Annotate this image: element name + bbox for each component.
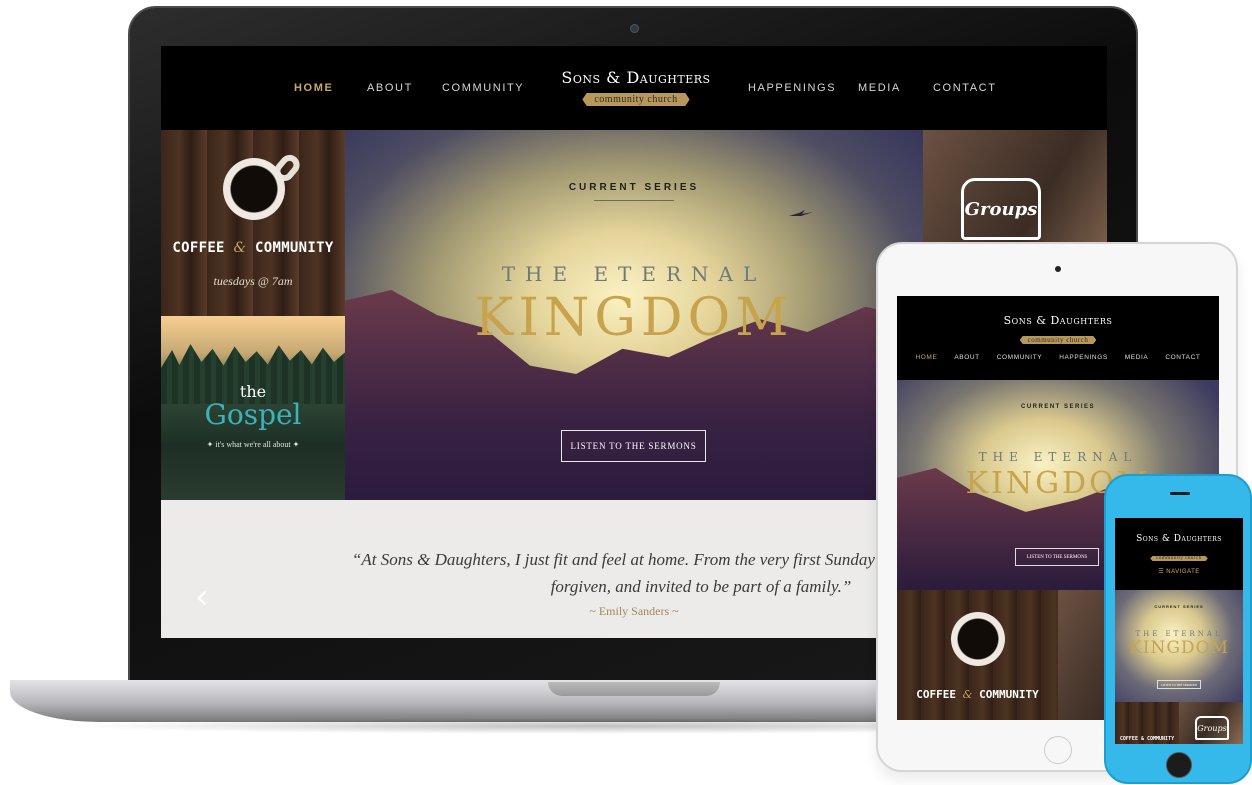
coffee-ampersand: & bbox=[233, 240, 247, 256]
gospel-panel[interactable]: the Gospel ✦ it's what we're all about ✦ bbox=[161, 316, 345, 500]
tablet-coffee-amp: & bbox=[962, 688, 973, 701]
phone-speaker bbox=[1170, 492, 1190, 495]
tablet-coffee-cup-icon bbox=[951, 612, 1005, 666]
tablet-nav-media[interactable]: MEDIA bbox=[1125, 354, 1149, 361]
nav-contact[interactable]: CONTACT bbox=[933, 82, 997, 94]
tablet-coffee-panel[interactable]: COFFEE & COMMUNITY bbox=[897, 590, 1058, 720]
tablet-camera bbox=[1055, 266, 1061, 272]
listen-sermons-button[interactable]: LISTEN TO THE SERMONS bbox=[561, 430, 706, 462]
phone-hero: CURRENT SERIES THE ETERNAL KINGDOM LISTE… bbox=[1115, 590, 1243, 702]
device-mockup-stage: HOME ABOUT COMMUNITY Sons & Daughters co… bbox=[0, 0, 1252, 785]
gospel-tagline: ✦ it's what we're all about ✦ bbox=[206, 440, 300, 449]
groups-badge: Groups bbox=[961, 178, 1041, 240]
tablet-home-button[interactable] bbox=[1044, 736, 1072, 764]
phone-screen: Sons & Daughters community church ☰ NAVI… bbox=[1115, 518, 1243, 744]
laptop-webcam bbox=[630, 24, 639, 33]
tablet-nav: HOME ABOUT COMMUNITY HAPPENINGS MEDIA CO… bbox=[897, 354, 1219, 361]
tablet-series-label: CURRENT SERIES bbox=[1020, 404, 1095, 410]
nav-happenings[interactable]: HAPPENINGS bbox=[748, 82, 836, 94]
phone-listen-button[interactable]: LISTEN TO THE SERMONS bbox=[1157, 680, 1201, 689]
tablet-nav-community[interactable]: COMMUNITY bbox=[997, 354, 1042, 361]
phone-series-label: CURRENT SERIES bbox=[1154, 604, 1204, 609]
logo-subtitle: community church bbox=[582, 93, 690, 106]
phone-groups-badge: Groups bbox=[1195, 716, 1229, 740]
laptop-notch bbox=[548, 682, 720, 696]
tablet-logo[interactable]: Sons & Daughters community church bbox=[897, 314, 1219, 346]
tablet-hero-title-small: THE ETERNAL bbox=[978, 450, 1138, 464]
phone-coffee-right: COMMUNITY bbox=[1147, 736, 1175, 742]
coffee-schedule: tuesdays @ 7am bbox=[213, 274, 293, 288]
phone-coffee-amp: & bbox=[1140, 736, 1144, 742]
phone-navigate-menu[interactable]: ☰ NAVIGATE bbox=[1115, 568, 1243, 575]
phone-logo-title: Sons & Daughters bbox=[1136, 534, 1222, 544]
nav-home[interactable]: HOME bbox=[294, 82, 333, 94]
nav-community[interactable]: COMMUNITY bbox=[442, 82, 524, 94]
phone-coffee-title: COFFEE & COMMUNITY bbox=[1115, 736, 1179, 742]
phone-hero-title-small: THE ETERNAL bbox=[1135, 630, 1223, 638]
coffee-title-left: COFFEE bbox=[172, 240, 225, 256]
tablet-nav-contact[interactable]: CONTACT bbox=[1165, 354, 1200, 361]
phone-logo[interactable]: Sons & Daughters community church bbox=[1115, 534, 1243, 563]
coffee-cup-icon bbox=[223, 158, 285, 220]
coffee-community-panel[interactable]: COFFEE & COMMUNITY tuesdays @ 7am bbox=[161, 130, 345, 316]
phone-coffee-panel[interactable]: COFFEE & COMMUNITY bbox=[1115, 702, 1179, 744]
nav-media[interactable]: MEDIA bbox=[858, 82, 901, 94]
phone-device: Sons & Daughters community church ☰ NAVI… bbox=[1104, 474, 1252, 784]
hero-title-small: THE ETERNAL bbox=[501, 262, 767, 286]
site-logo[interactable]: Sons & Daughters community church bbox=[541, 68, 731, 106]
tablet-nav-home[interactable]: HOME bbox=[915, 354, 937, 361]
current-series-label: CURRENT SERIES bbox=[568, 182, 700, 193]
tablet-logo-title: Sons & Daughters bbox=[1003, 314, 1113, 327]
hero-title-big: KINGDOM bbox=[474, 288, 794, 348]
coffee-title: COFFEE & COMMUNITY bbox=[161, 240, 345, 256]
tablet-listen-button[interactable]: LISTEN TO THE SERMONS bbox=[1015, 548, 1099, 566]
tablet-coffee-left: COFFEE bbox=[916, 688, 957, 701]
tablet-nav-happenings[interactable]: HAPPENINGS bbox=[1059, 354, 1108, 361]
phone-navigate-label: NAVIGATE bbox=[1166, 569, 1200, 575]
phone-home-button[interactable] bbox=[1166, 752, 1192, 778]
phone-groups-panel[interactable]: Groups bbox=[1179, 702, 1243, 744]
tablet-coffee-title: COFFEE & COMMUNITY bbox=[897, 688, 1058, 701]
tablet-coffee-right: COMMUNITY bbox=[979, 688, 1039, 701]
bird-icon bbox=[789, 210, 813, 216]
hero-banner: CURRENT SERIES THE ETERNAL KINGDOM LISTE… bbox=[345, 130, 923, 500]
gospel-title: Gospel bbox=[204, 398, 302, 431]
phone-logo-subtitle: community church bbox=[1150, 556, 1208, 561]
coffee-title-right: COMMUNITY bbox=[255, 240, 334, 256]
phone-coffee-left: COFFEE bbox=[1119, 736, 1138, 742]
logo-title: Sons & Daughters bbox=[561, 68, 711, 87]
series-divider bbox=[594, 200, 674, 201]
tablet-nav-about[interactable]: ABOUT bbox=[954, 354, 979, 361]
hamburger-icon: ☰ bbox=[1158, 569, 1165, 575]
phone-hero-title-big: KINGDOM bbox=[1129, 638, 1229, 658]
nav-about[interactable]: ABOUT bbox=[367, 82, 413, 94]
tablet-logo-subtitle: community church bbox=[1019, 336, 1097, 344]
site-header: HOME ABOUT COMMUNITY Sons & Daughters co… bbox=[161, 46, 1107, 130]
